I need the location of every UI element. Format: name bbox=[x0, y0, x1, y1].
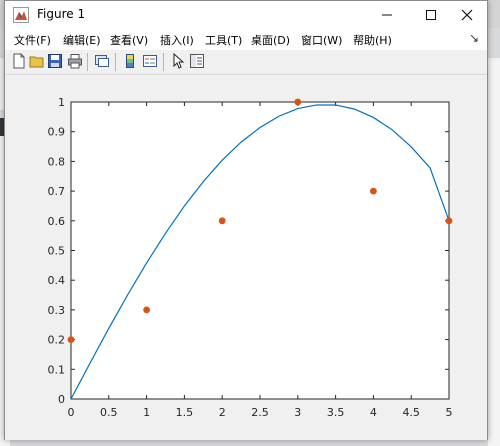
toolbar-separator bbox=[115, 53, 116, 71]
x-tick-label: 4.5 bbox=[402, 406, 420, 419]
menu-bar: 文件(F) 编辑(E) 查看(V) 插入(I) 工具(T) 桌面(D) 窗口(W… bbox=[5, 28, 487, 50]
y-tick-label: 0 bbox=[58, 393, 65, 406]
close-button[interactable] bbox=[447, 1, 487, 28]
figure-window: Figure 1 文件(F) 编辑(E) 查看(V) 插入(I) 工具(T) 桌… bbox=[4, 0, 488, 440]
menu-file[interactable]: 文件(F) bbox=[14, 32, 51, 48]
axes-box bbox=[70, 101, 450, 400]
toolbar-separator bbox=[87, 53, 88, 71]
x-tick-label: 3 bbox=[294, 406, 301, 419]
print-icon[interactable] bbox=[67, 53, 83, 69]
close-icon bbox=[461, 9, 473, 20]
menu-help[interactable]: 帮助(H) bbox=[353, 32, 392, 48]
minimize-button[interactable] bbox=[367, 1, 407, 28]
menu-desktop[interactable]: 桌面(D) bbox=[251, 32, 290, 48]
menu-view[interactable]: 查看(V) bbox=[110, 32, 148, 48]
x-tick-label: 0 bbox=[68, 406, 75, 419]
menu-insert[interactable]: 插入(I) bbox=[160, 32, 194, 48]
y-tick-label: 0.3 bbox=[48, 304, 66, 317]
x-tick-label: 1.5 bbox=[176, 406, 194, 419]
window-title: Figure 1 bbox=[37, 7, 86, 21]
y-tick-label: 0.4 bbox=[48, 274, 66, 287]
data-point bbox=[294, 98, 302, 106]
y-tick-label: 0.9 bbox=[48, 126, 66, 139]
save-icon[interactable] bbox=[47, 53, 63, 69]
x-tick-label: 3.5 bbox=[327, 406, 345, 419]
toolbar bbox=[5, 50, 487, 75]
background-app-right-edge bbox=[488, 60, 500, 446]
x-tick-label: 2.5 bbox=[251, 406, 269, 419]
title-bar[interactable]: Figure 1 bbox=[5, 1, 487, 28]
x-tick-label: 2 bbox=[219, 406, 226, 419]
data-point bbox=[67, 336, 75, 343]
maximize-button[interactable] bbox=[411, 1, 451, 28]
data-point bbox=[370, 187, 377, 195]
y-tick-label: 0.6 bbox=[48, 215, 66, 228]
insert-colorbar-icon[interactable] bbox=[122, 53, 138, 69]
y-tick-label: 0.8 bbox=[48, 155, 66, 168]
x-tick-label: 0.5 bbox=[100, 406, 118, 419]
new-figure-icon[interactable] bbox=[11, 53, 27, 69]
minimize-icon bbox=[382, 14, 392, 15]
menu-edit[interactable]: 编辑(E) bbox=[63, 32, 101, 48]
menu-window[interactable]: 窗口(W) bbox=[301, 32, 342, 48]
toolbar-separator bbox=[163, 53, 164, 71]
y-tick-label: 1 bbox=[58, 96, 65, 109]
y-tick-label: 0.2 bbox=[48, 334, 66, 347]
maximize-icon bbox=[426, 9, 436, 20]
x-tick-label: 4 bbox=[370, 406, 377, 419]
plot-area[interactable]: 0 0.5 1 1.5 2 2.5 3 3.5 4 4.5 5 0 0.1 0.2 0.3 0.4 0.5 0.6… bbox=[5, 75, 487, 440]
y-tick-label: 0.5 bbox=[48, 245, 66, 258]
link-plot-icon[interactable] bbox=[94, 53, 110, 69]
insert-legend-icon[interactable] bbox=[142, 53, 158, 69]
x-tick-label: 5 bbox=[446, 406, 453, 419]
y-tick-label: 0.7 bbox=[48, 185, 66, 198]
menu-tools[interactable]: 工具(T) bbox=[205, 32, 242, 48]
open-file-icon[interactable] bbox=[29, 53, 45, 69]
data-point bbox=[445, 217, 453, 225]
matlab-app-icon bbox=[13, 7, 29, 23]
pointer-icon[interactable] bbox=[170, 53, 186, 69]
property-editor-icon[interactable] bbox=[189, 53, 205, 69]
data-point bbox=[218, 217, 226, 225]
data-point bbox=[143, 306, 151, 314]
y-tick-label: 0.1 bbox=[48, 363, 66, 376]
x-tick-label: 1 bbox=[143, 406, 150, 419]
figure-canvas: 0 0.5 1 1.5 2 2.5 3 3.5 4 4.5 5 0 0.1 0.2 0.3 0.4 0.5 0.6… bbox=[5, 75, 487, 440]
menu-overflow-arrow-icon[interactable]: ↘ bbox=[469, 31, 479, 45]
